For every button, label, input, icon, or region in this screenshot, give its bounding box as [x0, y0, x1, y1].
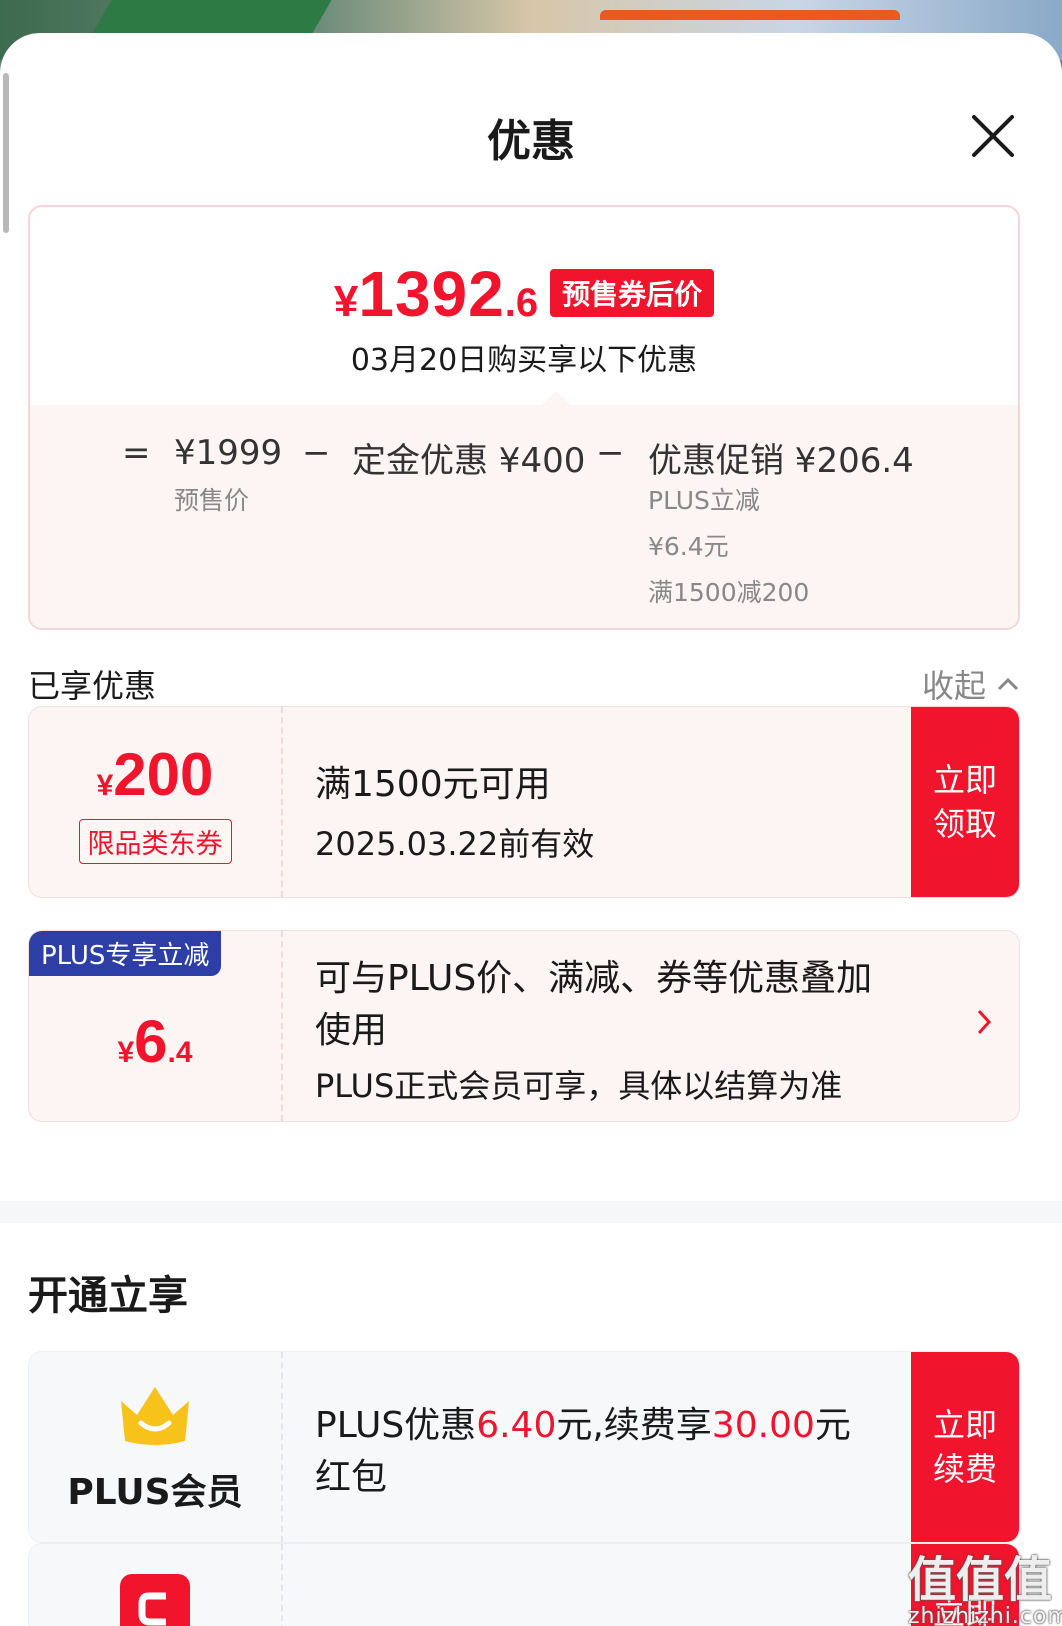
price-summary-card: ¥ 1392 .6 预售券后价 03月20日购买享以下优惠 = ¥1999 预售…: [28, 205, 1020, 630]
renew-button[interactable]: 立即 续费: [911, 1352, 1019, 1542]
benefit-text: 红包: [315, 1457, 388, 1498]
coupon-amount: ¥ 200: [97, 740, 214, 809]
plus-member-card: PLUS会员 PLUS优惠6.40元,续费享30.00元 红包 立即 续费: [28, 1351, 1020, 1543]
equals-sign: =: [122, 433, 151, 473]
plus-currency: ¥: [117, 1035, 135, 1069]
price-currency: ¥: [333, 277, 359, 326]
coupon-amount-value: 200: [113, 741, 214, 808]
minus-sign: −: [302, 433, 331, 473]
coupon-condition: 满1500元可用: [315, 764, 551, 805]
plus-discount-card[interactable]: PLUS专享立减 ¥ 6 .4 可与PLUS价、满减、券等优惠叠加 使用 PLU…: [28, 930, 1020, 1122]
price-integer: 1392: [358, 258, 505, 330]
renew-button-label: 续费: [932, 1450, 997, 1488]
price-decimal: .6: [504, 281, 539, 325]
plus-member-benefit: PLUS优惠6.40元,续费享30.00元 红包: [315, 1400, 905, 1504]
minus-sign: −: [596, 433, 625, 473]
plus-discount-value: ¥ 6 .4: [29, 931, 281, 1121]
renewal-amount: 30.00: [711, 1405, 815, 1446]
coupon-divider: [281, 931, 283, 1121]
close-button[interactable]: [968, 111, 1018, 161]
claim-button-label: 领取: [932, 805, 997, 843]
crown-icon: [121, 1387, 189, 1445]
benefit-text: PLUS优惠: [315, 1405, 477, 1446]
sheet-title: 优惠: [487, 116, 575, 167]
deposit-discount: 定金优惠 ¥400: [352, 441, 586, 481]
coupon-currency: ¥: [96, 769, 114, 802]
purchase-date-line: 03月20日购买享以下优惠: [350, 343, 698, 378]
coupon-card: ¥ 200 限品类东券 满1500元可用 2025.03.22前有效 立即 领取: [28, 706, 1020, 898]
benefit-amount: 6.40: [476, 1405, 557, 1446]
coupon-category-tag: 限品类东券: [78, 819, 232, 864]
coupon-details: 满1500元可用 2025.03.22前有效: [315, 755, 594, 865]
watermark-url: zhizhizhi.com: [908, 1604, 1062, 1626]
benefit-text: 元,续费享: [556, 1405, 712, 1446]
claim-coupon-button[interactable]: 立即 领取: [911, 707, 1019, 897]
close-icon: [972, 115, 1014, 157]
plus-discount-details: 可与PLUS价、满减、券等优惠叠加 使用 PLUS正式会员可享，具体以结算为准: [315, 953, 915, 1107]
open-now-heading: 开通立享: [28, 1273, 188, 1319]
benefit-text: 元: [814, 1405, 851, 1446]
chevron-right-icon: [977, 1009, 992, 1035]
watermark-text: 值值值: [908, 1552, 1053, 1608]
presale-price: ¥1999: [174, 433, 283, 473]
final-price-row: ¥ 1392 .6 预售券后价: [30, 251, 1018, 331]
claim-button-label: 立即: [932, 761, 997, 799]
breakdown-pointer: [542, 391, 570, 405]
enjoyed-discounts-heading: 已享优惠: [28, 667, 157, 705]
coupon-divider: [281, 707, 283, 897]
chevron-up-icon: [997, 677, 1019, 691]
final-price: ¥ 1392 .6: [334, 257, 538, 331]
plus-eligibility-note: PLUS正式会员可享，具体以结算为准: [315, 1067, 843, 1105]
renew-button-label: 立即: [932, 1406, 997, 1444]
plus-amount-decimal: .4: [167, 1035, 193, 1069]
promotion-discount: 优惠促销 ¥206.4: [648, 441, 914, 481]
card-divider: [281, 1544, 283, 1626]
collapse-label: 收起: [922, 667, 987, 705]
card-divider: [281, 1352, 283, 1542]
offer-brand: [29, 1544, 281, 1626]
presale-price-label: 预售价: [174, 486, 250, 515]
second-offer-card: 立即: [28, 1543, 1020, 1626]
app-icon: [120, 1574, 190, 1626]
plus-discount-amount: ¥ 6 .4: [117, 1007, 192, 1076]
plus-amount-integer: 6: [134, 1007, 168, 1075]
full-reduction-label: 满1500减200: [648, 578, 810, 607]
watermark-logo: 值值值 zhizhizhi.com: [908, 1540, 1062, 1626]
presale-price-badge: 预售券后价: [550, 269, 715, 317]
plus-reduction-label: PLUS立减: [648, 486, 760, 515]
plus-reduction-value: ¥6.4元: [648, 532, 729, 561]
plus-member-brand: PLUS会员: [29, 1352, 281, 1542]
plus-stack-rule: 可与PLUS价、满减、券等优惠叠加: [315, 958, 873, 999]
collapse-button[interactable]: 收起: [922, 661, 1020, 707]
section-separator: [0, 1201, 1062, 1223]
discount-sheet: 优惠 ¥ 1392 .6 预售券后价 03月20日购买享以下优惠 = ¥1999…: [0, 33, 1062, 1626]
price-breakdown: = ¥1999 预售价 − 定金优惠 ¥400 − 优惠促销 ¥206.4 PL…: [30, 405, 1018, 628]
coupon-value: ¥ 200 限品类东券: [29, 707, 281, 897]
plus-member-label: PLUS会员: [67, 1472, 243, 1513]
plus-stack-rule-cont: 使用: [315, 1010, 388, 1051]
coupon-expiry: 2025.03.22前有效: [315, 825, 595, 863]
